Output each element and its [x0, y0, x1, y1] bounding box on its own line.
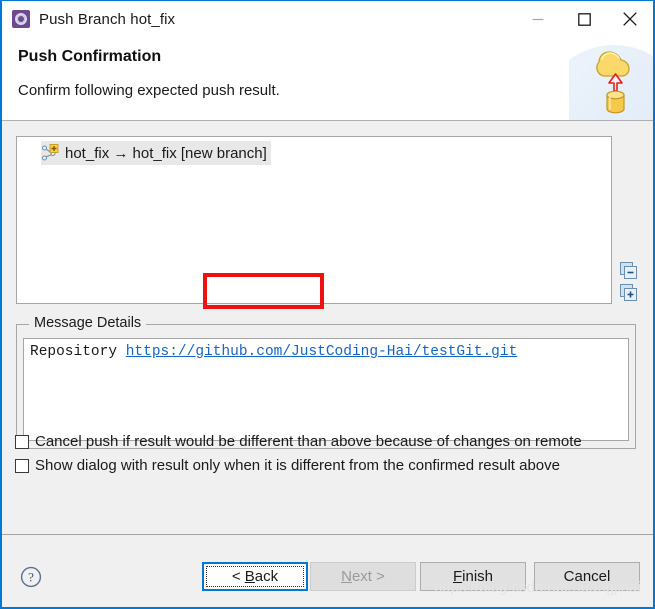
finish-button[interactable]: Finish	[420, 562, 526, 591]
page-title: Push Confirmation	[18, 48, 162, 65]
next-button-label: Next >	[341, 568, 385, 585]
maximize-icon[interactable]	[561, 1, 607, 37]
wizard-header: Push Confirmation Confirm following expe…	[2, 37, 653, 121]
message-details-group: Message Details Repository https://githu…	[16, 315, 636, 449]
eclipse-git-icon	[12, 10, 30, 28]
branch-add-icon	[41, 144, 59, 162]
repository-line: Repository https://github.com/JustCoding…	[30, 344, 622, 360]
cancel-push-option-label: Cancel push if result would be different…	[35, 433, 582, 450]
back-button[interactable]: < Back	[202, 562, 308, 591]
dialog-body: hot_fix → hot_fix [new branch] Message D…	[2, 121, 653, 535]
title-bar: Push Branch hot_fix	[2, 1, 653, 37]
show-dialog-option[interactable]: Show dialog with result only when it is …	[15, 457, 560, 474]
show-dialog-option-label: Show dialog with result only when it is …	[35, 457, 560, 474]
svg-text:?: ?	[28, 570, 34, 585]
cancel-button-label: Cancel	[563, 568, 611, 585]
message-details-title: Message Details	[29, 315, 147, 331]
repository-label: Repository	[30, 344, 118, 360]
collapse-all-icon[interactable]	[620, 262, 638, 280]
cancel-button[interactable]: Cancel	[534, 562, 640, 591]
message-details-field[interactable]: Repository https://github.com/JustCoding…	[23, 338, 629, 441]
expand-all-icon[interactable]	[620, 284, 638, 302]
tree-row-label: hot_fix → hot_fix [new branch]	[65, 144, 267, 162]
tree-toolbar	[620, 262, 642, 306]
highlight-annotation	[203, 273, 324, 309]
finish-button-label: Finish	[452, 568, 494, 585]
checkbox-icon[interactable]	[15, 434, 29, 449]
tree-row[interactable]: hot_fix → hot_fix [new branch]	[41, 141, 271, 165]
window-title: Push Branch hot_fix	[39, 10, 176, 28]
repository-url-link[interactable]: https://github.com/JustCoding-Hai/testGi…	[126, 344, 518, 360]
next-button[interactable]: Next >	[310, 562, 416, 591]
page-description: Confirm following expected push result.	[18, 82, 280, 99]
back-button-label: < Back	[231, 568, 279, 585]
checkbox-icon[interactable]	[15, 458, 29, 473]
minimize-icon[interactable]	[515, 1, 561, 37]
close-icon[interactable]	[607, 1, 653, 37]
help-question-icon[interactable]: ?	[20, 566, 42, 588]
push-branch-dialog: Push Branch hot_fix Push Confirmation Co…	[0, 0, 655, 609]
push-result-tree[interactable]: hot_fix → hot_fix [new branch]	[16, 136, 612, 309]
window-controls	[515, 1, 653, 37]
cancel-push-option[interactable]: Cancel push if result would be different…	[15, 433, 582, 450]
cloud-push-icon	[569, 37, 653, 120]
